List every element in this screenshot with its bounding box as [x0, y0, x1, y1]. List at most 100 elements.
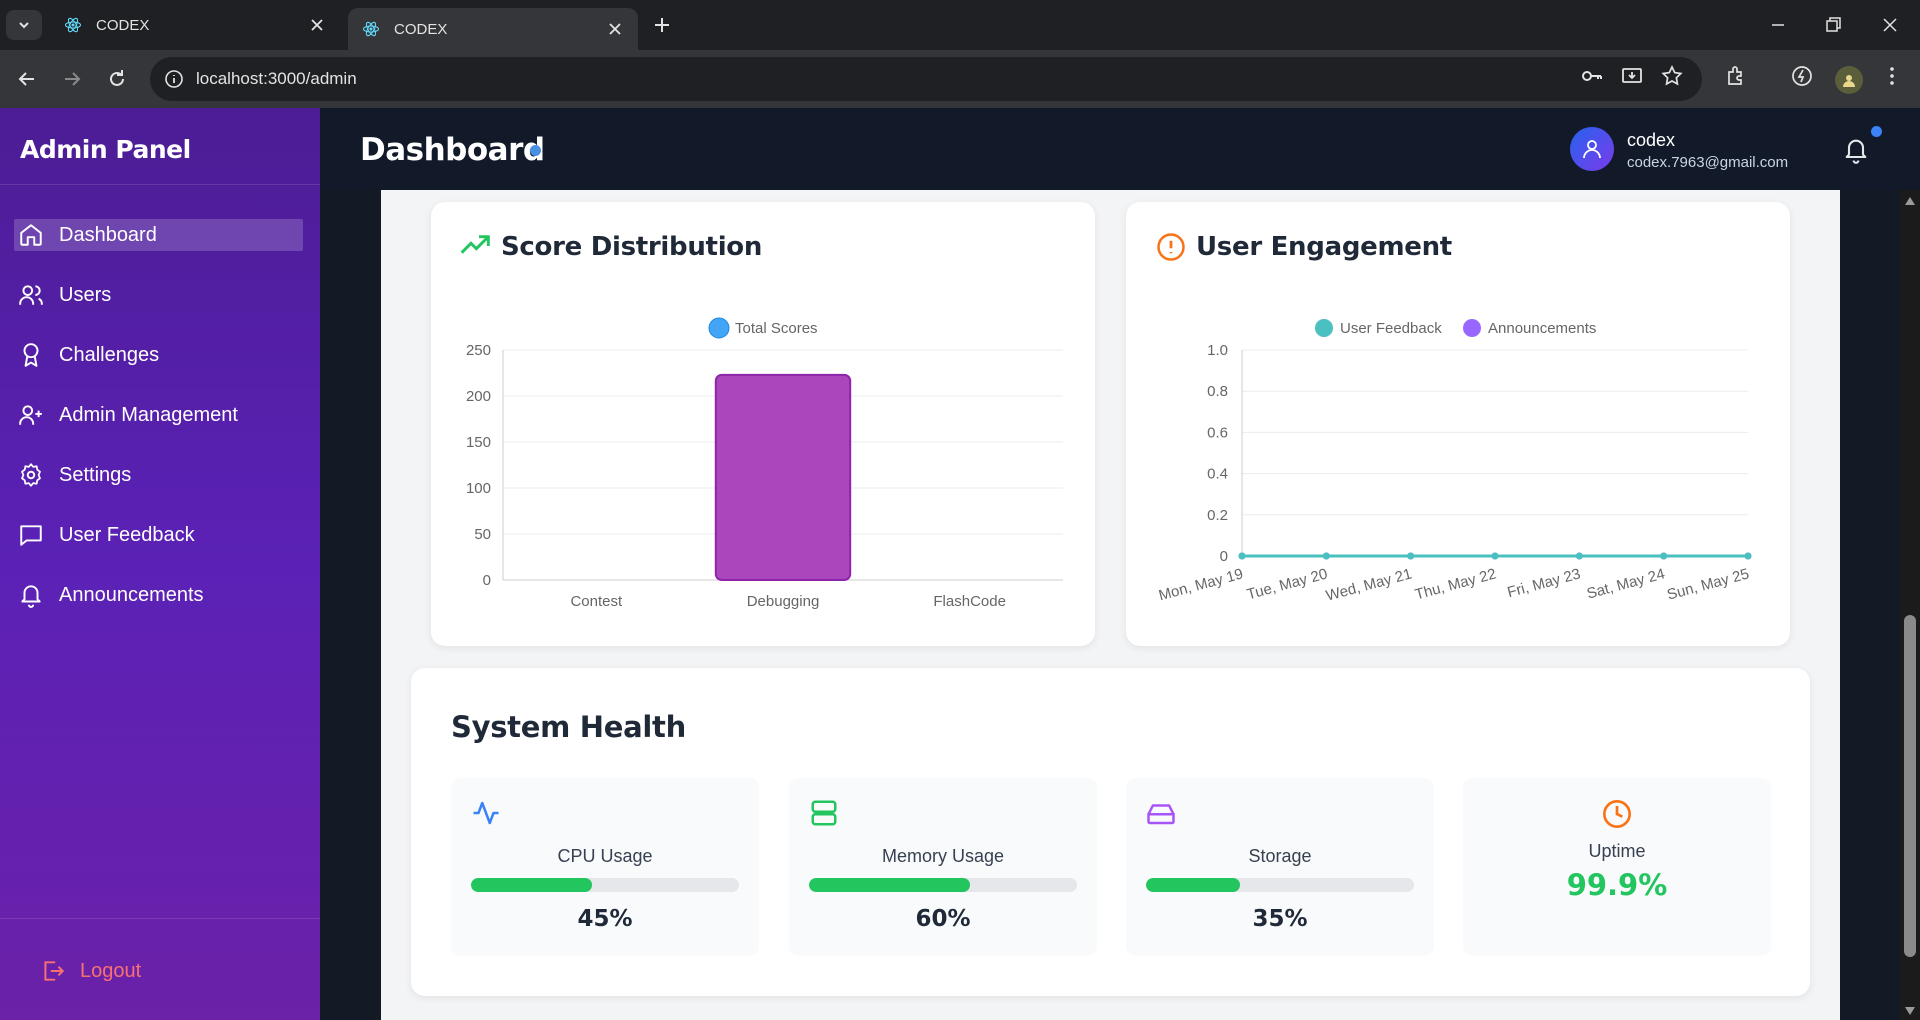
browser-tab-active[interactable]: CODEX [348, 8, 638, 50]
cpu-usage-metric: CPU Usage 45% [451, 778, 759, 956]
logout-icon [44, 961, 65, 981]
more-vertical-icon[interactable] [1880, 64, 1904, 88]
scrollbar-thumb[interactable] [1904, 615, 1916, 957]
legend-label: User Feedback [1340, 320, 1442, 337]
logout-label: Logout [80, 959, 142, 982]
sidebar-item-label: Announcements [59, 583, 204, 606]
x-tick-label: Mon, May 19 [1157, 565, 1245, 604]
logout-button[interactable]: Logout [40, 958, 141, 984]
uptime-metric: Uptime 99.9% [1463, 778, 1771, 956]
sidebar-item-dashboard[interactable]: Dashboard [14, 219, 303, 251]
plus-icon[interactable] [652, 15, 672, 35]
metric-value: 99.9% [1566, 868, 1668, 902]
legend-swatch [1463, 319, 1481, 337]
sidebar-item-settings[interactable]: Settings [14, 459, 303, 491]
series-point [1322, 552, 1330, 560]
progress-bar [809, 878, 1077, 892]
x-tick-label: FlashCode [933, 593, 1006, 610]
x-tick-label: Tue, May 20 [1245, 565, 1329, 603]
memory-usage-metric: Memory Usage 60% [789, 778, 1097, 956]
metric-label: Storage [1248, 846, 1312, 866]
chevron-down-icon [19, 22, 29, 29]
bar [714, 373, 852, 581]
users-icon [19, 285, 43, 305]
series-point [1407, 552, 1415, 560]
sidebar-item-challenges[interactable]: Challenges [14, 339, 303, 371]
close-window-icon[interactable] [1880, 15, 1900, 35]
user-name: codex [1627, 130, 1676, 150]
legend-swatch [708, 317, 730, 339]
extensions-icon[interactable] [1724, 64, 1748, 88]
score-distribution-card: Score Distribution 0 50 100 150 200 250 Contes… [431, 202, 1095, 646]
tab-search-button[interactable] [6, 10, 42, 40]
close-icon[interactable] [606, 20, 624, 38]
site-info-icon[interactable] [164, 69, 184, 89]
avatar[interactable] [1570, 127, 1614, 171]
user-plus-icon [19, 405, 42, 425]
series-point [1575, 552, 1583, 560]
gear-icon [21, 463, 41, 487]
reload-icon[interactable] [105, 67, 129, 91]
metric-label: Uptime [1588, 841, 1646, 861]
metric-value: 35% [1252, 906, 1308, 932]
install-app-icon[interactable] [1620, 64, 1644, 88]
sidebar-item-announcements[interactable]: Announcements [14, 579, 303, 611]
sidebar-item-label: Users [59, 283, 112, 306]
metric-label: CPU Usage [557, 846, 653, 866]
x-tick-label: Sat, May 24 [1585, 565, 1667, 602]
browser-tab-inactive[interactable]: CODEX [50, 8, 340, 42]
react-logo-icon [362, 21, 380, 37]
sidebar-brand: Admin Panel [20, 135, 191, 164]
divider [0, 918, 320, 919]
series-point [1238, 552, 1246, 560]
sidebar-item-admin-management[interactable]: Admin Management [14, 399, 303, 431]
browser-toolbar: localhost:3000/admin [0, 50, 1920, 108]
url-text: localhost:3000/admin [196, 69, 357, 88]
notification-badge [1871, 126, 1882, 137]
home-icon [20, 224, 42, 246]
scroll-up-arrow-icon[interactable] [1904, 196, 1916, 206]
activity-icon [473, 801, 499, 825]
y-tick-label: 200 [466, 388, 491, 405]
user-engagement-chart: 0 0.2 0.4 0.6 0.8 1.0 Mon, May 19 Tue, May 20We… [1157, 319, 1752, 605]
forward-arrow-icon[interactable] [60, 67, 84, 91]
progress-bar [1146, 878, 1414, 892]
restore-icon[interactable] [1823, 15, 1843, 35]
storage-metric: Storage 35% [1126, 778, 1434, 956]
sidebar-item-users[interactable]: Users [14, 279, 303, 311]
minimize-icon[interactable] [1768, 15, 1788, 35]
close-icon[interactable] [308, 16, 326, 34]
notification-bell-icon[interactable] [1842, 136, 1870, 164]
x-tick-label: Thu, May 22 [1413, 565, 1498, 603]
clock-icon [1603, 800, 1631, 828]
tab-title: CODEX [394, 20, 448, 38]
performance-icon[interactable] [1790, 64, 1814, 88]
address-bar[interactable]: localhost:3000/admin [150, 57, 1702, 101]
x-tick-label: Fri, May 23 [1506, 565, 1583, 601]
server-icon [811, 800, 837, 826]
y-tick-label: 250 [466, 342, 491, 359]
progress-fill [1146, 878, 1240, 892]
star-icon[interactable] [1660, 64, 1684, 88]
message-square-icon [20, 525, 42, 546]
profile-avatar[interactable] [1835, 66, 1863, 94]
x-tick-label: Debugging [747, 593, 820, 610]
y-tick-label: 50 [474, 526, 491, 543]
user-icon [1843, 75, 1855, 87]
metric-value: 45% [577, 906, 633, 932]
user-engagement-card: User Engagement 0 0.2 0.4 0.6 0.8 1.0 Mon, May… [1126, 202, 1790, 646]
browser-tab-bar: CODEX CODEX [0, 0, 1920, 50]
scroll-down-arrow-icon[interactable] [1904, 1006, 1916, 1016]
y-tick-label: 0.4 [1207, 466, 1228, 483]
tab-title: CODEX [96, 16, 150, 34]
y-tick-label: 150 [466, 434, 491, 451]
card-title: System Health [451, 710, 686, 744]
back-arrow-icon[interactable] [15, 67, 39, 91]
sidebar-item-user-feedback[interactable]: User Feedback [14, 519, 303, 551]
score-distribution-chart: 0 50 100 150 200 250 Contest Debugging FlashCode… [466, 317, 1063, 610]
divider [0, 184, 320, 185]
hard-drive-icon [1147, 804, 1175, 825]
key-icon[interactable] [1580, 64, 1604, 88]
progress-fill [809, 878, 970, 892]
progress-fill [471, 878, 592, 892]
